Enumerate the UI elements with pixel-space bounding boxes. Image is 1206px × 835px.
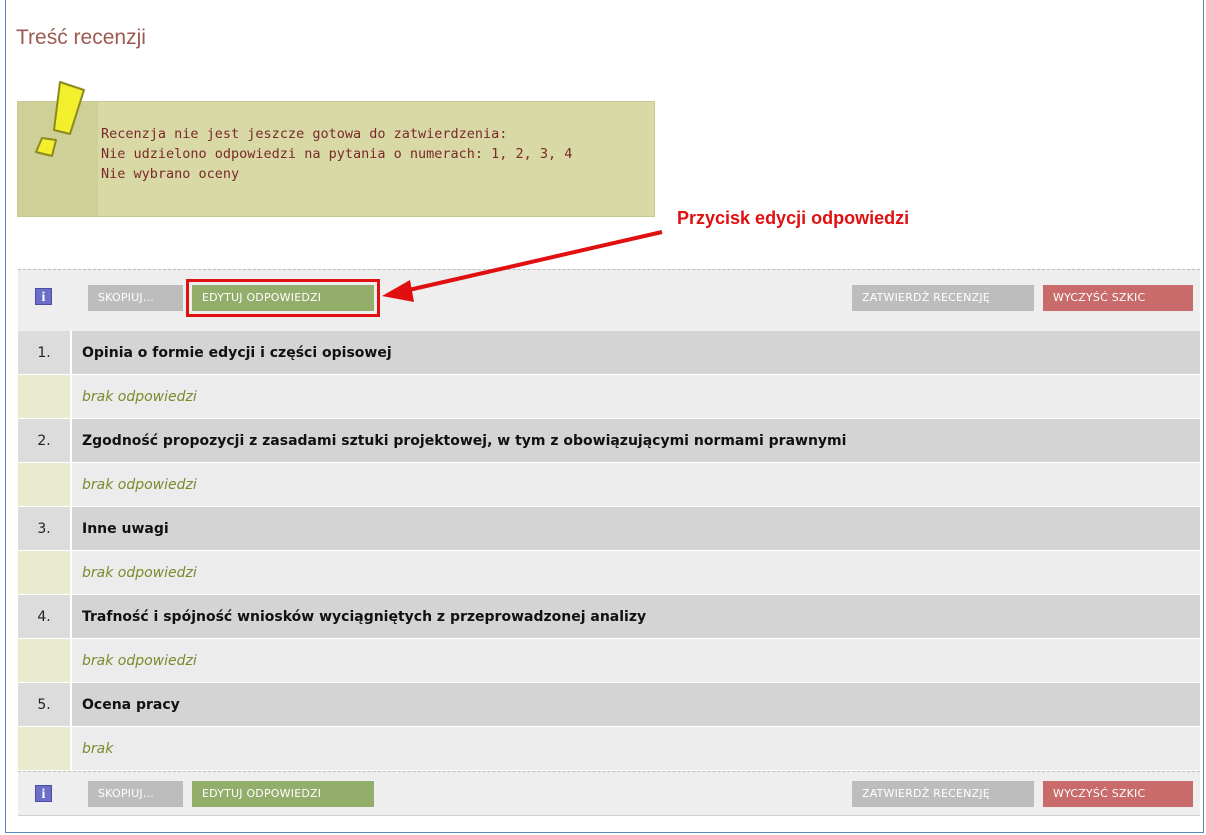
approve-review-button[interactable]: ZATWIERDŹ RECENZJĘ [852, 285, 1034, 311]
answer-number-cell [18, 727, 70, 771]
clear-draft-button[interactable]: WYCZYŚĆ SZKIC [1043, 781, 1193, 807]
question-row: 5. Ocena pracy [18, 683, 1200, 727]
alert-line: Nie udzielono odpowiedzi na pytania o nu… [101, 146, 573, 162]
toolbar-icon-cell: i [18, 270, 70, 331]
top-toolbar: i SKOPIUJ... EDYTUJ ODPOWIEDZI WYCZYŚĆ S… [18, 269, 1200, 331]
question-row: 3. Inne uwagi [18, 507, 1200, 551]
question-row: 1. Opinia o formie edycji i części opiso… [18, 331, 1200, 375]
answer-text: brak odpowiedzi [72, 551, 1200, 595]
question-number: 4. [18, 595, 70, 639]
answer-row: brak odpowiedzi [18, 639, 1200, 683]
copy-button[interactable]: SKOPIUJ... [88, 781, 183, 807]
answer-text: brak odpowiedzi [72, 463, 1200, 507]
clear-draft-button[interactable]: WYCZYŚĆ SZKIC [1043, 285, 1193, 311]
question-title: Opinia o formie edycji i części opisowej [72, 331, 1200, 375]
answer-number-cell [18, 375, 70, 419]
answer-text: brak odpowiedzi [72, 639, 1200, 683]
answer-number-cell [18, 639, 70, 683]
copy-button[interactable]: SKOPIUJ... [88, 285, 183, 311]
question-row: 2. Zgodność propozycji z zasadami sztuki… [18, 419, 1200, 463]
answer-row: brak odpowiedzi [18, 551, 1200, 595]
info-icon[interactable]: i [35, 288, 52, 305]
alert-message: Recenzja nie jest jeszcze gotowa do zatw… [101, 124, 572, 184]
answer-number-cell [18, 463, 70, 507]
review-table: i SKOPIUJ... EDYTUJ ODPOWIEDZI WYCZYŚĆ S… [18, 269, 1200, 816]
approve-review-button[interactable]: ZATWIERDŹ RECENZJĘ [852, 781, 1034, 807]
question-title: Trafność i spójność wniosków wyciągnięty… [72, 595, 1200, 639]
alert-line: Nie wybrano oceny [101, 166, 240, 182]
question-number: 2. [18, 419, 70, 463]
exclamation-icon [35, 81, 85, 157]
page-title: Treść recenzji [16, 26, 146, 49]
answer-text: brak odpowiedzi [72, 375, 1200, 419]
answer-number-cell [18, 551, 70, 595]
question-number: 1. [18, 331, 70, 375]
toolbar-icon-cell: i [18, 772, 70, 815]
answer-row: brak odpowiedzi [18, 463, 1200, 507]
alert-line: Recenzja nie jest jeszcze gotowa do zatw… [101, 126, 508, 142]
answer-row: brak [18, 727, 1200, 771]
annotation-label: Przycisk edycji odpowiedzi [677, 208, 910, 228]
question-row: 4. Trafność i spójność wniosków wyciągni… [18, 595, 1200, 639]
answer-text: brak [72, 727, 1200, 771]
question-title: Inne uwagi [72, 507, 1200, 551]
edit-answers-button[interactable]: EDYTUJ ODPOWIEDZI [192, 781, 374, 807]
bottom-toolbar: i SKOPIUJ... EDYTUJ ODPOWIEDZI WYCZYŚĆ S… [18, 771, 1200, 816]
question-title: Zgodność propozycji z zasadami sztuki pr… [72, 419, 1200, 463]
question-title: Ocena pracy [72, 683, 1200, 727]
question-number: 5. [18, 683, 70, 727]
edit-button-highlight [186, 279, 380, 317]
info-icon[interactable]: i [35, 785, 52, 802]
answer-row: brak odpowiedzi [18, 375, 1200, 419]
question-number: 3. [18, 507, 70, 551]
